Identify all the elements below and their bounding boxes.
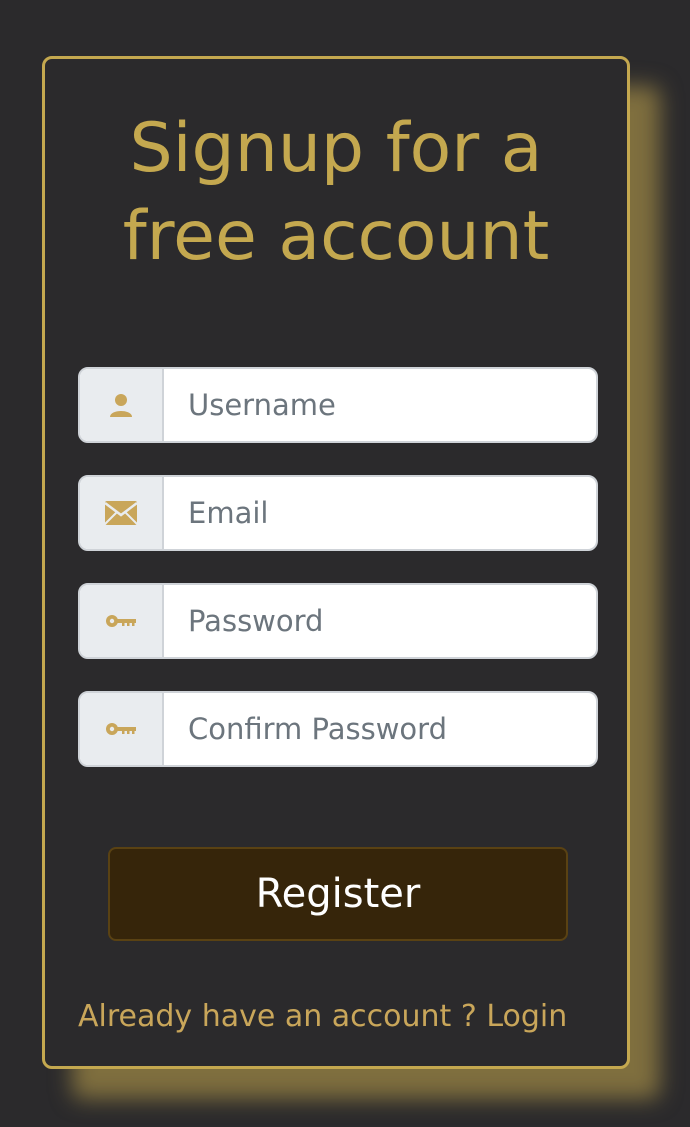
register-button[interactable]: Register bbox=[108, 847, 568, 941]
title-line-2: free account bbox=[122, 197, 550, 276]
login-prompt: Already have an account ? Login bbox=[78, 997, 567, 1037]
login-link[interactable]: Login bbox=[486, 999, 567, 1034]
login-prompt-text: Already have an account ? bbox=[78, 999, 477, 1034]
password-input[interactable] bbox=[164, 585, 596, 657]
password-field bbox=[78, 583, 598, 659]
confirm-password-field bbox=[78, 691, 598, 767]
key-icon bbox=[80, 693, 164, 765]
user-icon bbox=[80, 369, 164, 441]
key-icon bbox=[80, 585, 164, 657]
email-input[interactable] bbox=[164, 477, 596, 549]
page-title: Signup for a free account bbox=[45, 105, 627, 281]
username-field bbox=[78, 367, 598, 443]
email-field bbox=[78, 475, 598, 551]
signup-card: Signup for a free account Username Email… bbox=[42, 56, 630, 1069]
username-input[interactable] bbox=[164, 369, 596, 441]
confirm-password-input[interactable] bbox=[164, 693, 596, 765]
title-line-1: Signup for a bbox=[129, 109, 543, 188]
envelope-icon bbox=[80, 477, 164, 549]
